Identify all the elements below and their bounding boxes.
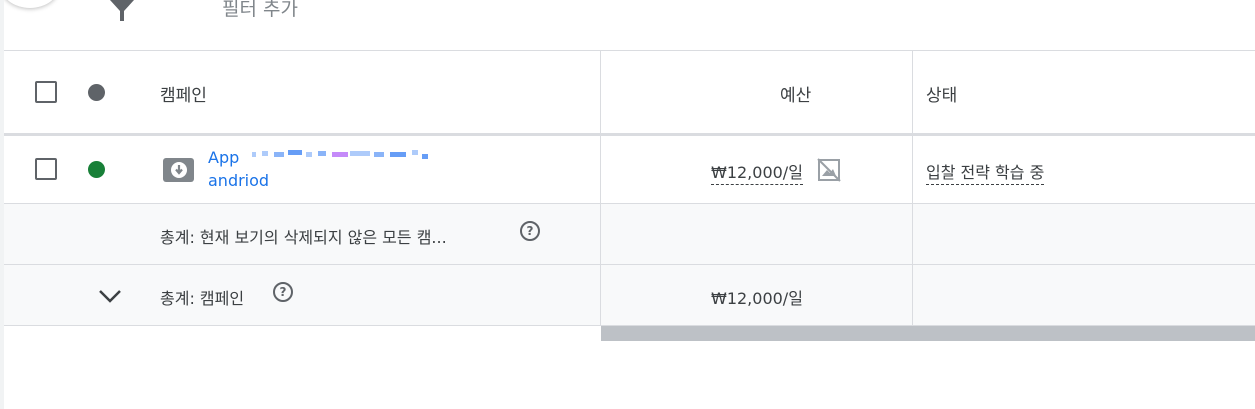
select-all-checkbox[interactable] (35, 81, 57, 103)
column-divider (912, 204, 913, 264)
add-filter-label[interactable]: 필터 추가 (222, 0, 298, 21)
status-column-icon (88, 84, 105, 101)
filter-icon[interactable] (107, 0, 137, 24)
totals-campaign-budget: ₩12,000/일 (711, 289, 803, 308)
budget-value[interactable]: ₩12,000/일 (711, 159, 803, 185)
table-row: App andriod ₩12,000/일 입찰 전략 학습 중 (4, 136, 1255, 204)
enabled-status-dot[interactable] (88, 161, 105, 178)
filter-bar: 필터 추가 (4, 0, 1255, 51)
campaign-name-link-line2[interactable]: andriod (208, 171, 269, 190)
column-header-status[interactable]: 상태 (926, 81, 957, 106)
campaign-name-link[interactable]: App (208, 148, 239, 167)
no-image-icon[interactable] (816, 157, 842, 183)
row-checkbox[interactable] (35, 158, 57, 180)
column-divider (600, 204, 601, 264)
help-icon[interactable]: ? (520, 221, 540, 241)
floating-action-button[interactable] (4, 0, 60, 8)
totals-campaign-label: 총계: 캠페인 (160, 289, 245, 308)
table-header: 캠페인 예산 상태 (4, 51, 1255, 133)
chevron-down-icon[interactable] (96, 282, 124, 310)
horizontal-scrollbar[interactable] (601, 326, 1255, 341)
app-campaign-icon (163, 158, 194, 182)
column-divider (600, 51, 601, 133)
totals-all-label: 총계: 현재 보기의 삭제되지 않은 모든 캠... (160, 228, 447, 247)
column-divider (912, 51, 913, 133)
column-header-budget[interactable]: 예산 (780, 81, 811, 106)
redacted-text (252, 149, 432, 159)
totals-row-all: 총계: 현재 보기의 삭제되지 않은 모든 캠... ? (4, 204, 1255, 265)
column-divider (600, 136, 601, 203)
column-divider (600, 265, 601, 325)
column-divider (912, 265, 913, 325)
column-header-campaign[interactable]: 캠페인 (160, 81, 207, 106)
column-divider (912, 136, 913, 203)
status-value[interactable]: 입찰 전략 학습 중 (926, 159, 1045, 185)
totals-row-campaign: 총계: 캠페인 ? ₩12,000/일 (4, 265, 1255, 326)
help-icon[interactable]: ? (273, 282, 293, 302)
